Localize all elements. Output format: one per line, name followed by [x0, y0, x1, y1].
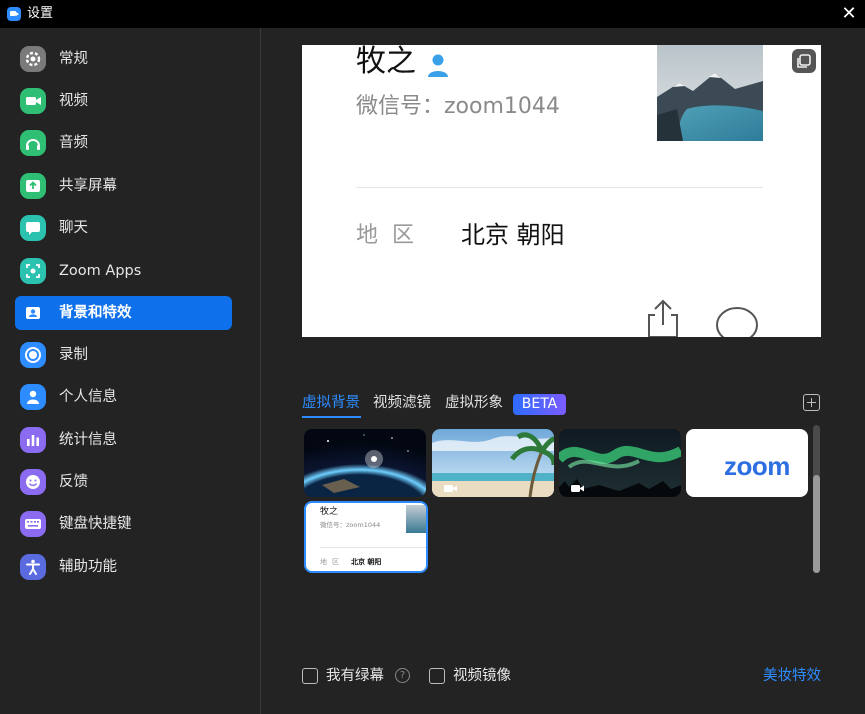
thumb-name: 牧之	[320, 507, 339, 517]
person-icon	[20, 384, 46, 410]
sidebar-item-person[interactable]: 个人信息	[15, 380, 232, 414]
person-badge-icon	[428, 54, 448, 77]
copy-icon[interactable]	[792, 49, 816, 73]
sidebar-item-headphones[interactable]: 音频	[15, 126, 232, 160]
aurora-background-thumbnail[interactable]	[559, 429, 681, 497]
sidebar-item-video-camera[interactable]: 视频	[15, 84, 232, 118]
tab-video-filters[interactable]: 视频滤镜	[373, 392, 431, 414]
thumb-photo	[406, 505, 426, 533]
preview-wechat-id: 微信号：zoom1044	[356, 94, 560, 119]
sidebar-item-label: 统计信息	[59, 432, 117, 448]
preview-profile-photo	[657, 45, 763, 141]
thumb-divider	[320, 547, 426, 548]
thumb-region-label: 地区	[320, 558, 344, 566]
preview-region-value: 北京 朝阳	[461, 221, 565, 249]
sidebar-item-background-portrait[interactable]: 背景和特效	[15, 296, 232, 330]
tab-virtual-background[interactable]: 虚拟背景	[302, 392, 360, 414]
sidebar-item-label: 个人信息	[59, 389, 117, 405]
zoom-logo-background-thumbnail[interactable]: zoom	[686, 429, 808, 497]
profile-card-background-thumbnail[interactable]: 牧之 微信号：zoom1044 地区 北京 朝阳	[304, 501, 428, 573]
bar-stats-icon	[20, 427, 46, 453]
sidebar-item-chat-bubble[interactable]: 聊天	[15, 211, 232, 245]
tab-avatars[interactable]: 虚拟形象	[445, 392, 503, 414]
comment-icon	[716, 307, 758, 337]
video-preview: 牧之 微信号：zoom1044 地区 北京 朝阳	[302, 45, 821, 337]
sidebar-item-share-screen[interactable]: 共享屏幕	[15, 169, 232, 203]
zoom-apps-icon	[20, 258, 46, 284]
sidebar-item-label: 反馈	[59, 474, 88, 490]
thumb-wechat: 微信号：zoom1044	[320, 521, 381, 529]
beach-background-thumbnail[interactable]	[432, 429, 554, 497]
sidebar-item-record[interactable]: 录制	[15, 338, 232, 372]
share-screen-icon	[20, 173, 46, 199]
window-title: 设置	[27, 6, 54, 21]
backgrounds-scrollbar[interactable]	[813, 425, 820, 573]
mirror-video-label: 视频镜像	[453, 668, 511, 684]
sidebar-item-label: 聊天	[59, 220, 88, 236]
sidebar-item-label: 视频	[59, 93, 88, 109]
video-camera-icon	[444, 485, 457, 492]
scrollbar-thumb[interactable]	[813, 475, 820, 573]
preview-contact-name: 牧之	[356, 45, 416, 79]
help-icon[interactable]: ?	[395, 668, 410, 683]
close-icon[interactable]: ✕	[837, 2, 861, 26]
keyboard-icon	[20, 511, 46, 537]
settings-sidebar: 常规视频音频共享屏幕聊天 Zoom Apps 背景和特效录制个人信息统计信息反馈键盘…	[0, 28, 261, 714]
gear-icon	[20, 46, 46, 72]
sidebar-item-accessibility[interactable]: 辅助功能	[15, 550, 232, 584]
mirror-video-checkbox[interactable]	[429, 668, 445, 684]
video-camera-icon	[571, 485, 584, 492]
zoom-app-icon	[7, 7, 21, 21]
sidebar-item-zoom-apps[interactable]: Zoom Apps	[15, 254, 232, 288]
chat-bubble-icon	[20, 215, 46, 241]
title-bar: 设置 ✕	[0, 0, 865, 28]
preview-divider	[356, 187, 763, 188]
video-camera-icon	[20, 88, 46, 114]
sidebar-item-gear[interactable]: 常规	[15, 42, 232, 76]
headphones-icon	[20, 130, 46, 156]
accessibility-icon	[20, 554, 46, 580]
sidebar-item-label: 键盘快捷键	[59, 516, 132, 532]
sidebar-item-label: Zoom Apps	[59, 263, 142, 279]
preview-region-label: 地区	[356, 223, 429, 248]
sidebar-item-label: 录制	[59, 347, 88, 363]
zoom-logo-text: zoom	[724, 451, 790, 481]
add-background-icon[interactable]	[803, 394, 820, 411]
sidebar-item-label: 常规	[59, 51, 88, 67]
active-tab-underline	[302, 416, 361, 418]
green-screen-label: 我有绿幕	[326, 668, 384, 684]
sidebar-item-bar-stats[interactable]: 统计信息	[15, 423, 232, 457]
sidebar-item-keyboard[interactable]: 键盘快捷键	[15, 507, 232, 541]
sidebar-item-label: 背景和特效	[59, 305, 132, 321]
beta-badge: BETA	[513, 394, 566, 415]
sidebar-item-smiley[interactable]: 反馈	[15, 465, 232, 499]
smiley-icon	[20, 469, 46, 495]
thumb-region-value: 北京 朝阳	[351, 558, 382, 566]
sidebar-item-label: 辅助功能	[59, 559, 117, 575]
background-effects-panel: 牧之 微信号：zoom1044 地区 北京 朝阳 虚拟背景 视频滤镜 虚拟形象 …	[262, 28, 865, 714]
record-icon	[20, 342, 46, 368]
settings-window: 设置 ✕ 常规视频音频共享屏幕聊天 Zoom Apps 背景和特效录制个人信息统计信…	[0, 0, 865, 714]
sidebar-item-label: 音频	[59, 135, 88, 151]
earth-background-thumbnail[interactable]	[304, 429, 426, 497]
beauty-effects-link[interactable]: 美妆特效	[763, 666, 821, 686]
green-screen-checkbox[interactable]	[302, 668, 318, 684]
share-icon	[648, 299, 678, 337]
background-portrait-icon	[20, 300, 46, 326]
sidebar-item-label: 共享屏幕	[59, 178, 117, 194]
